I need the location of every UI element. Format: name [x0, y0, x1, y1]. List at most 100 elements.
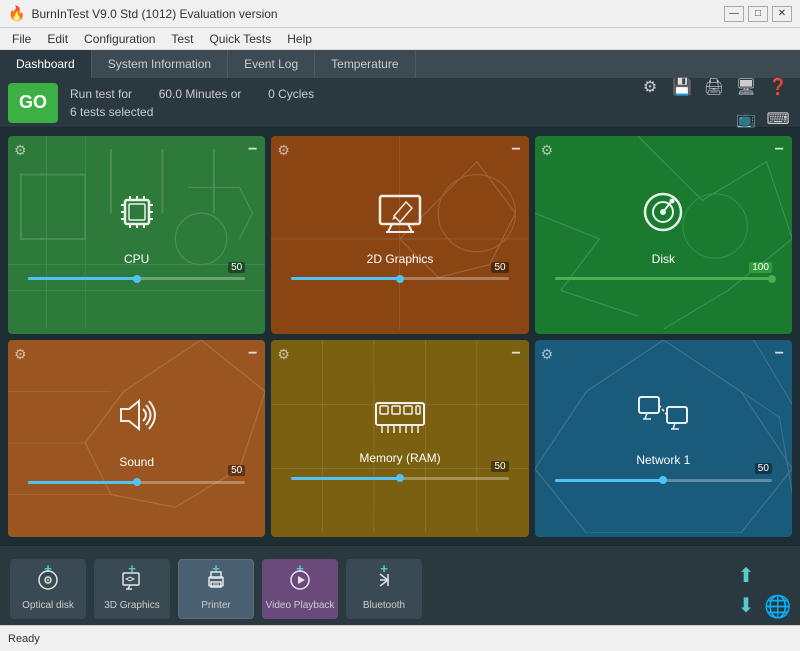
network-tile[interactable]: ⚙ − Network 1 [535, 340, 792, 538]
app-icon: 🔥 [8, 5, 25, 22]
3d-graphics-icon [120, 568, 144, 598]
disk-icon [639, 188, 687, 246]
disk-tile[interactable]: ⚙ − Disk 100 [535, 136, 792, 334]
globe-icon-btn[interactable]: 🌐 [764, 595, 792, 623]
tab-system-info[interactable]: System Information [92, 50, 228, 78]
maximize-button[interactable]: □ [748, 6, 768, 22]
run-test-info: Run test for 60.0 Minutes or 0 Cycles 6 … [70, 85, 314, 121]
go-button[interactable]: GO [8, 83, 58, 123]
network-slider[interactable]: 50 [555, 473, 772, 487]
network-settings-icon[interactable]: ⚙ [541, 346, 554, 363]
sound-minus-icon[interactable]: − [248, 346, 257, 362]
memory-slider-value: 50 [491, 461, 508, 472]
help-icon-btn[interactable]: ❓ [764, 73, 792, 101]
tray-3d[interactable]: + 3D Graphics [92, 559, 172, 623]
sound-slider-value: 50 [228, 465, 245, 476]
tab-event-log[interactable]: Event Log [228, 50, 315, 78]
tray-optical-label: Optical disk [22, 600, 74, 611]
status-bar: Ready [0, 625, 800, 651]
toolbar-row-1: ⚙ 💾 🖨 🖥 ❓ [636, 73, 792, 101]
bottom-tray: + Optical disk + [0, 545, 800, 625]
network-label: Network 1 [636, 453, 690, 467]
disk-settings-icon[interactable]: ⚙ [541, 142, 554, 159]
graphics-label: 2D Graphics [367, 252, 434, 266]
graphics-icon [376, 188, 424, 246]
tray-video-inner: Video Playback [262, 559, 338, 619]
go-section: GO Run test for 60.0 Minutes or 0 Cycles… [8, 83, 314, 123]
tray-printer[interactable]: + Printer [176, 559, 256, 623]
sound-slider[interactable]: 50 [28, 475, 245, 489]
minutes-label: 60.0 Minutes or [159, 87, 242, 101]
menu-item-file[interactable]: File [4, 30, 39, 48]
tray-bluetooth[interactable]: + Bluetooth [344, 559, 424, 623]
memory-minus-icon[interactable]: − [511, 346, 520, 362]
graphics-tile[interactable]: ⚙ − 2D Graphics 50 [271, 136, 528, 334]
scroll-buttons: ⬆ ⬇ [732, 561, 760, 623]
menu-bar: FileEditConfigurationTestQuick TestsHelp [0, 28, 800, 50]
network-slider-value: 50 [755, 463, 772, 474]
tray-optical[interactable]: + Optical disk [8, 559, 88, 623]
network-minus-icon[interactable]: − [775, 346, 784, 362]
tray-printer-label: Printer [201, 600, 230, 611]
graphics-minus-icon[interactable]: − [511, 142, 520, 158]
printer-icon [204, 568, 228, 598]
gear-icon-btn[interactable]: ⚙ [636, 73, 664, 101]
status-text: Ready [8, 633, 40, 645]
menu-item-test[interactable]: Test [163, 30, 201, 48]
graphics-slider-value: 50 [491, 262, 508, 273]
sound-icon [113, 391, 161, 449]
tray-printer-inner: Printer [178, 559, 254, 619]
main-content: GO Run test for 60.0 Minutes or 0 Cycles… [0, 78, 800, 625]
dashboard-grid: ⚙ − [0, 128, 800, 545]
cpu-tile[interactable]: ⚙ − [8, 136, 265, 334]
scroll-up-btn[interactable]: ⬆ [732, 561, 760, 589]
menu-item-help[interactable]: Help [279, 30, 320, 48]
memory-tile[interactable]: ⚙ − [271, 340, 528, 538]
bluetooth-icon [372, 568, 396, 598]
tray-3d-inner: 3D Graphics [94, 559, 170, 619]
tray-optical-inner: Optical disk [10, 559, 86, 619]
memory-label: Memory (RAM) [359, 451, 440, 465]
graphics-settings-icon[interactable]: ⚙ [277, 142, 290, 159]
memory-settings-icon[interactable]: ⚙ [277, 346, 290, 363]
cycles-label: 0 Cycles [268, 87, 314, 101]
disk-label: Disk [652, 252, 675, 266]
cpu-slider[interactable]: 50 [28, 272, 245, 286]
tray-bluetooth-label: Bluetooth [363, 600, 405, 611]
tray-video[interactable]: + Video Playback [260, 559, 340, 623]
cpu-label: CPU [124, 252, 149, 266]
cpu-minus-icon[interactable]: − [248, 142, 257, 158]
window-controls: — □ ✕ [724, 6, 792, 22]
scroll-down-btn[interactable]: ⬇ [732, 591, 760, 619]
cpu-settings-icon[interactable]: ⚙ [14, 142, 27, 159]
sound-tile[interactable]: ⚙ − Sound 50 [8, 340, 265, 538]
monitor-icon-btn[interactable]: 🖥 [732, 73, 760, 101]
cpu-slider-value: 50 [228, 262, 245, 273]
memory-icon [374, 395, 426, 445]
save-icon-btn[interactable]: 💾 [668, 73, 696, 101]
disk-minus-icon[interactable]: − [775, 142, 784, 158]
graphics-slider[interactable]: 50 [291, 272, 508, 286]
video-playback-icon [288, 568, 312, 598]
tray-video-label: Video Playback [266, 600, 335, 611]
sound-label: Sound [119, 455, 154, 469]
tests-selected-label: 6 tests selected [70, 105, 153, 119]
close-button[interactable]: ✕ [772, 6, 792, 22]
memory-slider[interactable]: 50 [291, 471, 508, 485]
menu-item-configuration[interactable]: Configuration [76, 30, 163, 48]
tab-dashboard[interactable]: Dashboard [0, 50, 92, 78]
title-bar: 🔥 BurnInTest V9.0 Std (1012) Evaluation … [0, 0, 800, 28]
disk-slider-value: 100 [749, 262, 772, 273]
title-text: BurnInTest V9.0 Std (1012) Evaluation ve… [31, 7, 724, 21]
tray-bluetooth-inner: Bluetooth [346, 559, 422, 619]
sound-settings-icon[interactable]: ⚙ [14, 346, 27, 363]
menu-item-quick tests[interactable]: Quick Tests [201, 30, 279, 48]
header-toolbar: GO Run test for 60.0 Minutes or 0 Cycles… [0, 78, 800, 128]
disk-slider[interactable]: 100 [555, 272, 772, 286]
print-icon-btn[interactable]: 🖨 [700, 73, 728, 101]
minimize-button[interactable]: — [724, 6, 744, 22]
menu-item-edit[interactable]: Edit [39, 30, 76, 48]
cpu-icon [113, 188, 161, 246]
tab-temperature[interactable]: Temperature [315, 50, 415, 78]
optical-icon [36, 568, 60, 598]
